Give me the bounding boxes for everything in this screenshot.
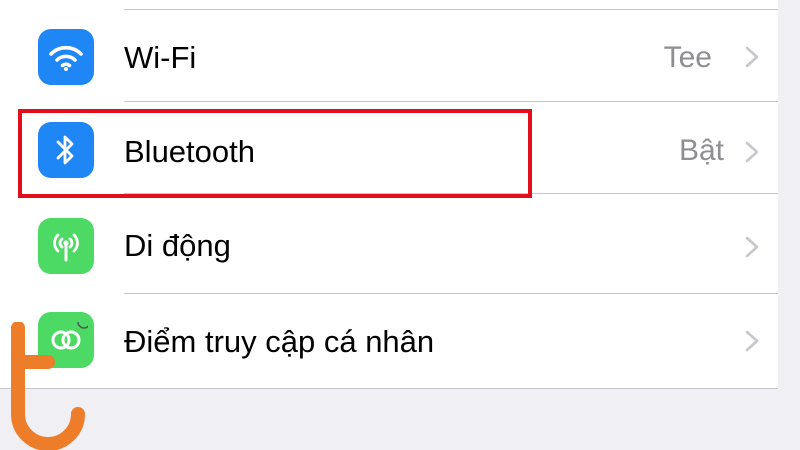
chevron-right-icon	[745, 141, 759, 163]
settings-row-wifi[interactable]: Wi-Fi Tee	[0, 10, 778, 102]
bluetooth-label: Bluetooth	[124, 134, 255, 169]
bluetooth-value: Bật	[678, 134, 724, 167]
cellular-label: Di động	[124, 228, 231, 263]
row-separator	[124, 193, 778, 194]
chevron-right-icon	[745, 330, 759, 352]
wifi-value: Tee	[663, 41, 712, 74]
settings-row-bluetooth[interactable]: Bluetooth Bật	[0, 102, 778, 194]
personal-hotspot-icon	[38, 312, 94, 368]
settings-row-personal-hotspot[interactable]: Điểm truy cập cá nhân	[0, 294, 778, 388]
screenshot-frame: Wi-Fi Tee Bluetooth Bật Di động Điểm tru…	[0, 0, 800, 450]
chevron-right-icon	[745, 46, 759, 68]
settings-row-cellular[interactable]: Di động	[0, 200, 778, 294]
bluetooth-icon	[38, 122, 94, 178]
cellular-antenna-icon	[38, 218, 94, 274]
wifi-label: Wi-Fi	[124, 40, 197, 75]
settings-list: Wi-Fi Tee Bluetooth Bật Di động Điểm tru…	[0, 0, 778, 389]
personal-hotspot-label: Điểm truy cập cá nhân	[124, 324, 435, 359]
chevron-right-icon	[745, 236, 759, 258]
wifi-icon	[38, 29, 94, 85]
